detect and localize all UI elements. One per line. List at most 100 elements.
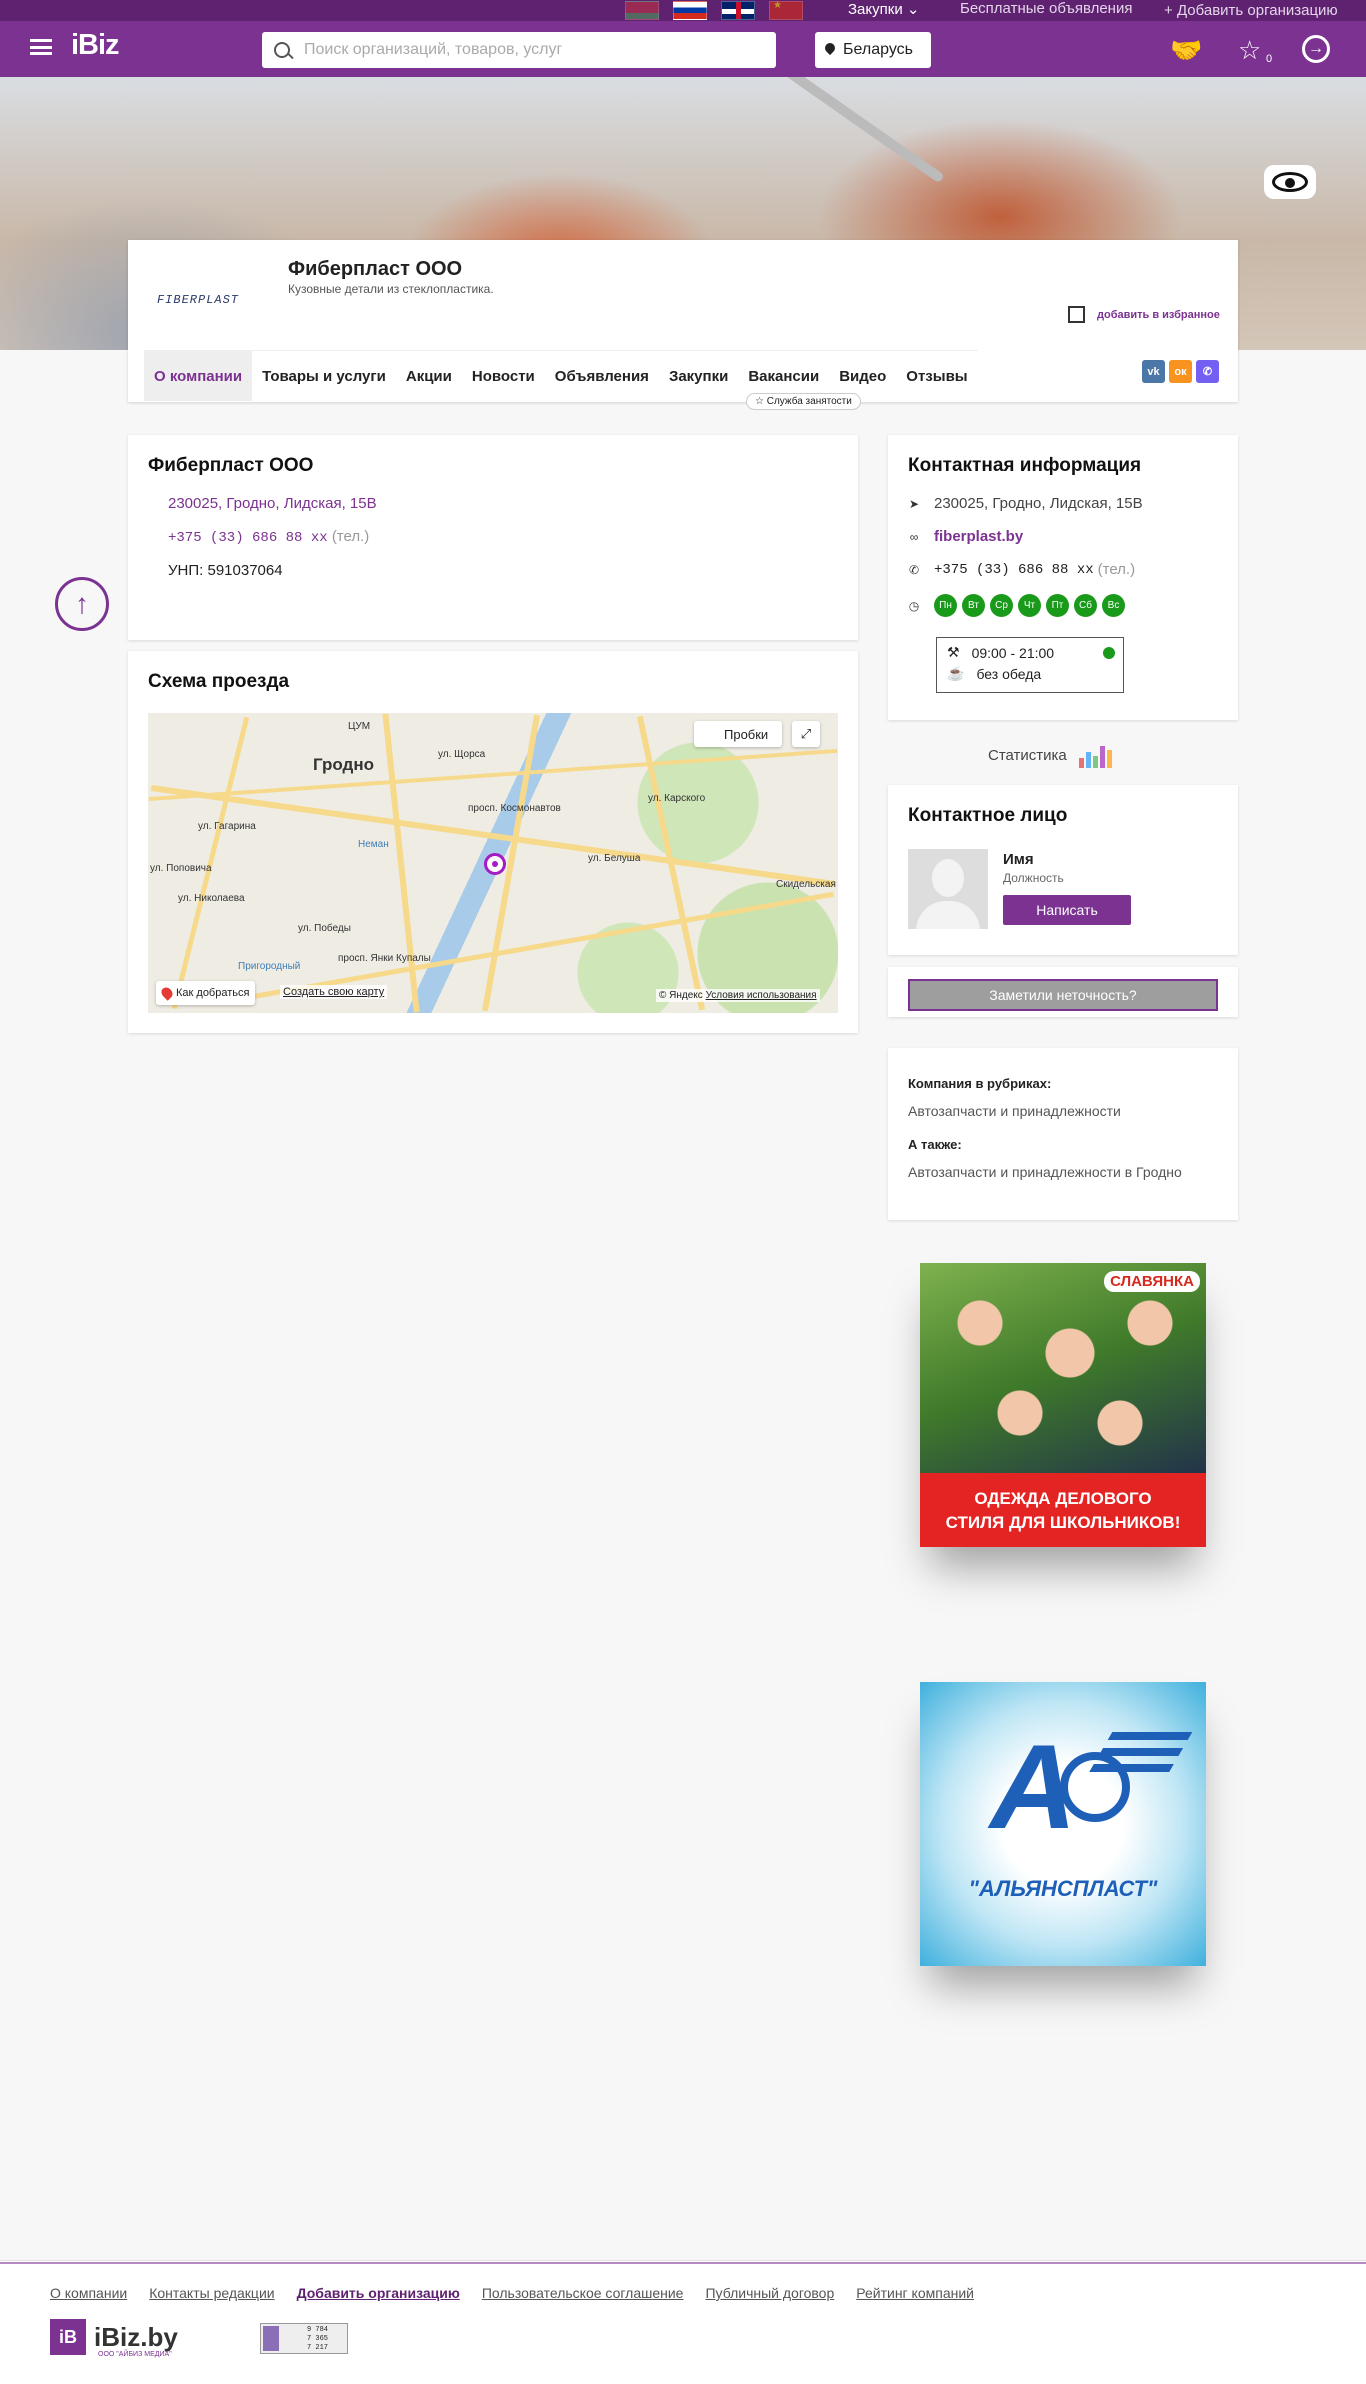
map-label: ул. Щорса <box>438 749 486 760</box>
about-unp: УНП: 591037064 <box>168 562 283 579</box>
map-terms-link[interactable]: Условия использования <box>706 990 817 1001</box>
chevron-down-icon: ⌄ <box>906 1 920 18</box>
about-phone[interactable]: +375 (33) 686 88 xx <box>168 530 328 546</box>
search-input[interactable] <box>304 41 764 59</box>
free-ads-link[interactable]: Бесплатные объявления <box>960 0 1132 17</box>
menu-icon[interactable] <box>30 39 52 55</box>
company-location-marker[interactable] <box>484 853 506 875</box>
footer-link-add-org[interactable]: Добавить организацию <box>297 2285 460 2301</box>
tab-news[interactable]: Новости <box>462 351 545 401</box>
day-badge[interactable]: Вт <box>962 594 985 617</box>
employment-service-badge[interactable]: ☆ Служба занятости <box>746 393 861 410</box>
work-days: Пн Вт Ср Чт Пт Сб Вс <box>934 594 1125 617</box>
route-button[interactable]: Как добраться <box>156 981 256 1005</box>
footer-logo[interactable]: iB iBiz.by ООО "АЙБИЗ МЕДИА" <box>50 2319 178 2358</box>
day-badge[interactable]: Пт <box>1046 594 1069 617</box>
day-badge[interactable]: Сб <box>1074 594 1097 617</box>
visit-counter[interactable]: 9 784 7 365 7 217 <box>260 2323 348 2354</box>
traffic-label: Пробки <box>724 726 769 742</box>
favorites-stars-icon[interactable]: ☆ 0 <box>1238 35 1272 66</box>
add-org-link[interactable]: + Добавить организацию <box>1164 2 1338 19</box>
map-label: ул. Гагарина <box>198 821 256 832</box>
about-address[interactable]: 230025, Гродно, Лидская, 15В <box>168 495 838 512</box>
rubric-city-link[interactable]: Автозапчасти и принадлежности в Гродно <box>908 1164 1218 1180</box>
vk-share-icon[interactable]: vk <box>1142 360 1165 383</box>
ad-slogan-line: СТИЛЯ ДЛЯ ШКОЛЬНИКОВ! <box>945 1513 1181 1532</box>
map-label: ул. Победы <box>298 923 351 934</box>
purchases-dropdown[interactable]: Закупки ⌄ <box>848 0 919 18</box>
statistics-link[interactable]: Статистика <box>988 742 1112 768</box>
write-button[interactable]: Написать <box>1003 895 1131 925</box>
tab-products[interactable]: Товары и услуги <box>252 351 396 401</box>
search-box <box>262 32 776 68</box>
day-badge[interactable]: Чт <box>1018 594 1041 617</box>
map-label: Неман <box>358 839 389 850</box>
company-card: FIBERPLAST Фиберпласт ООО Кузовные детал… <box>128 240 1238 410</box>
visually-impaired-button[interactable] <box>1264 165 1316 199</box>
ad-brand: СЛАВЯНКА <box>1104 1271 1200 1292</box>
region-select[interactable]: Беларусь <box>815 32 931 68</box>
map-label: ЦУМ <box>348 721 371 732</box>
footer-link-about[interactable]: О компании <box>50 2285 127 2301</box>
about-panel: Фиберпласт ООО 230025, Гродно, Лидская, … <box>128 435 858 640</box>
report-inaccuracy-button[interactable]: Заметили неточность? <box>908 979 1218 1011</box>
footer-link-contacts[interactable]: Контакты редакции <box>149 2285 274 2301</box>
contact-website[interactable]: fiberplast.by <box>934 528 1023 545</box>
phone-icon: ✆ <box>908 562 920 577</box>
ad-slogan: ОДЕЖДА ДЕЛОВОГО СТИЛЯ ДЛЯ ШКОЛЬНИКОВ! <box>920 1473 1206 1547</box>
flag-by-icon[interactable] <box>625 1 659 20</box>
footer-link-rating[interactable]: Рейтинг компаний <box>856 2285 974 2301</box>
contact-address-row: ➤ 230025, Гродно, Лидская, 15В <box>908 495 1218 512</box>
map-copyright-text: © Яндекс <box>659 990 703 1001</box>
footer-links: О компании Контакты редакции Добавить ор… <box>50 2285 974 2301</box>
tab-reviews[interactable]: Отзывы <box>896 351 977 401</box>
add-to-favorites[interactable]: добавить в избранное <box>1068 306 1220 323</box>
flag-ru-icon[interactable] <box>673 1 707 20</box>
map-label: просп. Янки Купалы <box>338 953 431 964</box>
ad-banner-slavyanka[interactable]: СЛАВЯНКА ОДЕЖДА ДЕЛОВОГО СТИЛЯ ДЛЯ ШКОЛЬ… <box>920 1263 1206 1547</box>
rubric-link[interactable]: Автозапчасти и принадлежности <box>908 1103 1218 1119</box>
flag-en-icon[interactable] <box>721 1 755 20</box>
language-flags <box>625 0 803 20</box>
map-label: просп. Космонавтов <box>468 803 561 814</box>
day-badge[interactable]: Вс <box>1102 594 1125 617</box>
purchases-label: Закупки <box>848 1 903 18</box>
map-view[interactable]: ЦУМ ул. Щорса просп. Космонавтов ул. Гаг… <box>148 713 838 1013</box>
expand-map-icon[interactable]: ⤢ <box>792 721 820 747</box>
traffic-button[interactable]: Пробки <box>694 721 782 747</box>
tab-about[interactable]: О компании <box>144 351 253 401</box>
handshake-icon[interactable]: 🤝 <box>1170 35 1202 66</box>
coffee-icon: ☕ <box>947 665 965 681</box>
day-badge[interactable]: Пн <box>934 594 957 617</box>
plus-icon: + <box>1164 2 1177 19</box>
map-city-label: Гродно <box>313 755 374 774</box>
contact-schedule-row: ◷ Пн Вт Ср Чт Пт Сб Вс <box>908 594 1218 617</box>
about-phone-note: (тел.) <box>331 528 370 545</box>
tab-purchases[interactable]: Закупки <box>659 351 738 401</box>
about-phone-row: +375 (33) 686 88 xx (тел.) <box>168 528 838 546</box>
tab-ads[interactable]: Объявления <box>545 351 659 401</box>
footer-link-agreement[interactable]: Пользовательское соглашение <box>482 2285 684 2301</box>
flag-cn-icon[interactable] <box>769 0 803 20</box>
ok-share-icon[interactable]: ок <box>1169 360 1192 383</box>
tab-promotions[interactable]: Акции <box>396 351 462 401</box>
site-logo[interactable]: iBiz <box>71 29 120 62</box>
footer-logo-sub: ООО "АЙБИЗ МЕДИА" <box>98 2351 172 2358</box>
counter-value: 7 217 <box>307 2344 329 2352</box>
scroll-up-icon[interactable]: ↑ <box>55 577 109 631</box>
create-map-link[interactable]: Создать свою карту <box>280 985 388 999</box>
favorites-count: 0 <box>1266 53 1273 65</box>
contact-phone[interactable]: +375 (33) 686 88 xx <box>934 562 1094 578</box>
hours-value: 09:00 - 21:00 <box>971 644 1055 661</box>
day-badge[interactable]: Ср <box>990 594 1013 617</box>
viber-share-icon[interactable]: ✆ <box>1196 360 1219 383</box>
footer-link-contract[interactable]: Публичный договор <box>705 2285 834 2301</box>
ad-banner-alliansplast[interactable]: A "АЛЬЯНСПЛАСТ" <box>920 1682 1206 1966</box>
about-title: Фиберпласт ООО <box>148 455 314 476</box>
person-position: Должность <box>1003 871 1064 885</box>
footer: О компании Контакты редакции Добавить ор… <box>0 2260 1366 2384</box>
favorite-checkbox[interactable] <box>1068 306 1085 323</box>
route-label: Как добраться <box>176 987 250 999</box>
login-icon[interactable]: → <box>1302 35 1330 63</box>
counter-value: 9 784 <box>307 2326 329 2334</box>
